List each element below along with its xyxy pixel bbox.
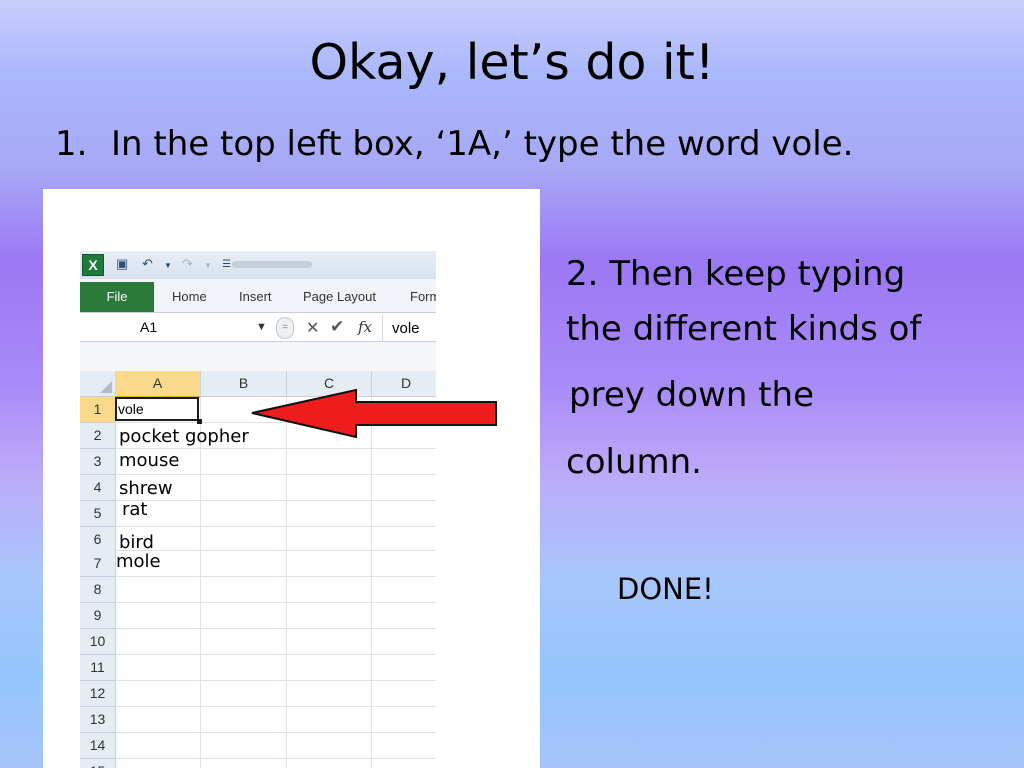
step-2-line-2: the different kinds of bbox=[566, 309, 922, 349]
typed-entry-pocket-gopher: pocket gopher bbox=[119, 426, 249, 447]
tab-home[interactable]: Home bbox=[172, 289, 207, 304]
typed-entry-mouse: mouse bbox=[119, 450, 180, 471]
grid-line bbox=[115, 602, 436, 603]
row-header-11[interactable]: 11 bbox=[80, 655, 116, 681]
name-box[interactable]: A1 bbox=[140, 319, 157, 335]
grid-line bbox=[115, 550, 436, 551]
done-label: DONE! bbox=[617, 572, 714, 606]
excel-logo-icon[interactable]: X bbox=[82, 254, 104, 276]
row-header-10[interactable]: 10 bbox=[80, 629, 116, 655]
step-1: 1. In the top left box, ‘1A,’ type the wo… bbox=[55, 124, 853, 164]
cell-a1[interactable]: vole bbox=[118, 401, 144, 417]
name-box-dropdown-icon[interactable]: ▼ bbox=[256, 321, 267, 333]
typed-entry-mole: mole bbox=[116, 551, 161, 572]
row-header-1[interactable]: 1 bbox=[80, 397, 116, 423]
grid-line bbox=[115, 500, 436, 501]
grid-line bbox=[115, 628, 436, 629]
step-1-number: 1. bbox=[55, 124, 88, 164]
grid-line bbox=[115, 474, 436, 475]
row-header-15[interactable]: 15 bbox=[80, 759, 116, 768]
tab-insert[interactable]: Insert bbox=[239, 289, 272, 304]
typed-entry-shrew: shrew bbox=[119, 478, 173, 499]
step-2-line-3: prey down the bbox=[569, 375, 815, 415]
red-arrow-icon bbox=[251, 388, 497, 439]
tab-page-layout[interactable]: Page Layout bbox=[303, 289, 376, 304]
save-icon[interactable]: ▣ bbox=[116, 256, 128, 272]
grid-line bbox=[115, 654, 436, 655]
row-header-6[interactable]: 6 bbox=[80, 527, 116, 553]
step-2-line-1: 2. Then keep typing bbox=[566, 254, 906, 294]
undo-dropdown-icon[interactable]: ▼ bbox=[164, 261, 172, 270]
grid-line bbox=[115, 448, 436, 449]
row-header-9[interactable]: 9 bbox=[80, 603, 116, 629]
fill-handle[interactable] bbox=[197, 419, 202, 424]
grid-line bbox=[371, 396, 372, 768]
grid-line bbox=[200, 396, 201, 768]
customize-icon[interactable]: ☰ bbox=[222, 259, 231, 270]
formula-bar-expand-icon[interactable]: = bbox=[276, 317, 294, 339]
grid-line bbox=[115, 576, 436, 577]
enter-check-icon[interactable]: ✔ bbox=[330, 317, 344, 337]
step-1-text: In the top left box, ‘1A,’ type the word… bbox=[111, 124, 854, 164]
step-2-line-4: column. bbox=[566, 442, 702, 482]
grid-line bbox=[115, 706, 436, 707]
grid-line bbox=[115, 732, 436, 733]
slide-title: Okay, let’s do it! bbox=[309, 34, 715, 91]
insert-function-icon[interactable]: fx bbox=[358, 318, 372, 336]
window-title-blurred bbox=[232, 261, 312, 268]
row-header-12[interactable]: 12 bbox=[80, 681, 116, 707]
ribbon-gap bbox=[80, 342, 436, 371]
row-header-8[interactable]: 8 bbox=[80, 577, 116, 603]
select-all-corner[interactable] bbox=[80, 371, 116, 397]
redo-icon[interactable]: ↷ bbox=[182, 256, 193, 272]
row-header-4[interactable]: 4 bbox=[80, 475, 116, 501]
select-all-icon bbox=[100, 381, 112, 393]
tab-file[interactable]: File bbox=[80, 282, 154, 312]
grid-line bbox=[115, 758, 436, 759]
tab-formulas[interactable]: Form bbox=[410, 289, 436, 304]
typed-entry-rat: rat bbox=[122, 499, 148, 520]
formula-divider bbox=[382, 315, 383, 341]
row-header-5[interactable]: 5 bbox=[80, 501, 116, 527]
column-header-a[interactable]: A bbox=[115, 371, 201, 398]
typed-entry-bird: bird bbox=[119, 532, 154, 553]
row-header-14[interactable]: 14 bbox=[80, 733, 116, 759]
row-header-13[interactable]: 13 bbox=[80, 707, 116, 733]
cancel-x-icon[interactable]: ✕ bbox=[306, 318, 319, 338]
grid-line bbox=[115, 526, 436, 527]
redo-dropdown-icon[interactable]: ▼ bbox=[204, 261, 212, 270]
grid-line bbox=[115, 680, 436, 681]
undo-icon[interactable]: ↶ bbox=[142, 256, 153, 272]
row-header-2[interactable]: 2 bbox=[80, 423, 116, 449]
formula-input[interactable]: vole bbox=[392, 320, 420, 337]
grid-line bbox=[286, 396, 287, 768]
row-header-3[interactable]: 3 bbox=[80, 449, 116, 475]
row-header-7[interactable]: 7 bbox=[80, 551, 116, 577]
